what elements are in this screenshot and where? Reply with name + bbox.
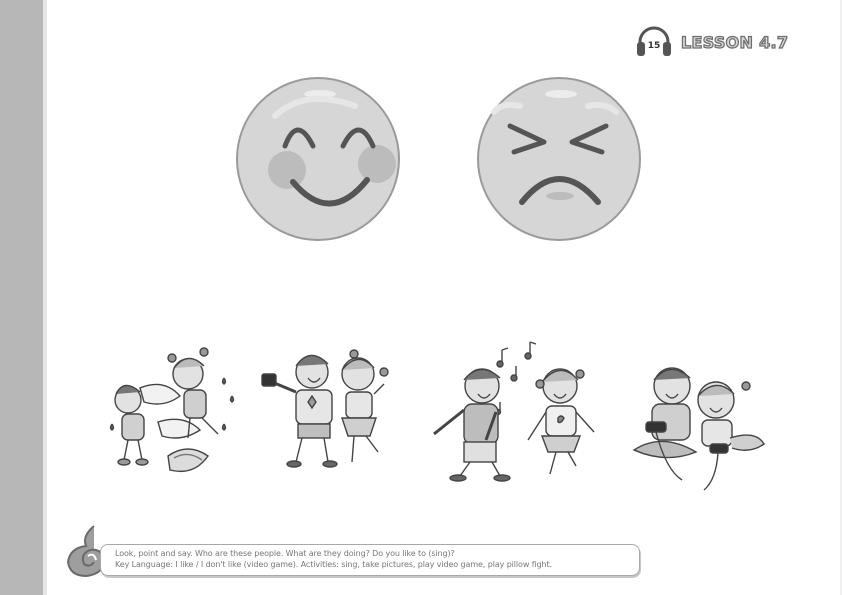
page-spine [0,0,43,595]
lesson-header: 15 LESSON 4.7 [636,25,789,59]
audio-track-number: 15 [647,41,661,51]
instruction-box: Look, point and say. Who are these peopl… [100,544,640,576]
happy-face [236,77,400,241]
instruction-text: Look, point and say. Who are these peopl… [115,549,455,558]
headphones-icon[interactable]: 15 [636,25,672,59]
page-spine-edge [43,0,47,595]
lesson-title: LESSON 4.7 [680,32,789,52]
play-video-game-illustration [632,367,765,491]
sing-illustration [433,341,595,482]
take-pictures-illustration [261,349,389,468]
key-language-text: Key Language: I like / I don't like (vid… [115,560,553,569]
pillow-fight-illustration [109,347,235,473]
unhappy-face [477,77,641,241]
